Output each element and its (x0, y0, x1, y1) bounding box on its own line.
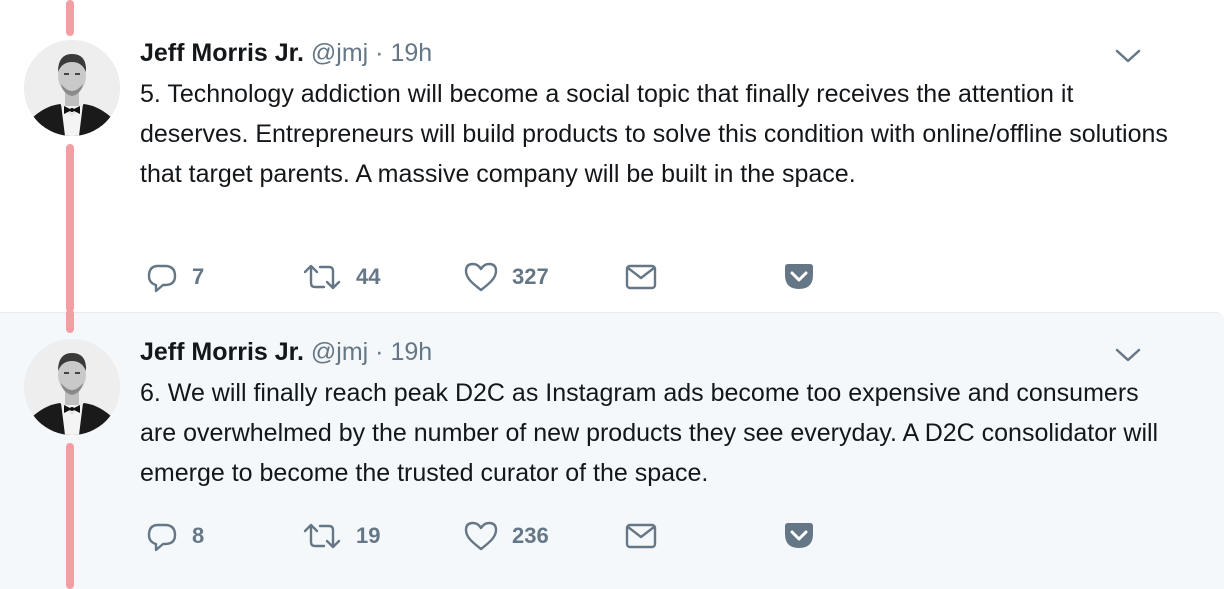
like-count: 236 (512, 523, 549, 548)
retweet-count: 44 (356, 264, 381, 289)
reply-icon (147, 264, 177, 293)
timestamp[interactable]: 19h (390, 338, 432, 366)
reply-count: 8 (192, 523, 205, 548)
tweet-text: 5. Technology addiction will become a so… (140, 80, 1168, 188)
retweet-icon (303, 523, 341, 549)
tweet-actions: 7 44 327 (140, 257, 840, 297)
tweet-1[interactable]: Jeff Morris Jr. @jmj · 19h 5. Technology… (0, 0, 1224, 312)
direct-message-button[interactable] (624, 516, 658, 556)
reply-button[interactable]: 8 (146, 516, 204, 556)
like-count: 327 (512, 264, 549, 289)
like-icon (464, 521, 498, 551)
tweet-header: Jeff Morris Jr. @jmj · 19h (140, 38, 432, 68)
tweet-2[interactable]: Jeff Morris Jr. @jmj · 19h 6. We will fi… (0, 309, 1224, 589)
pocket-button[interactable] (782, 516, 816, 556)
timestamp[interactable]: 19h (390, 39, 432, 67)
author-handle[interactable]: @jmj (311, 338, 368, 366)
tweet-actions: 8 19 236 (140, 516, 840, 556)
reply-icon (147, 523, 177, 552)
message-icon (625, 523, 657, 549)
like-icon (464, 262, 498, 292)
tweet-header: Jeff Morris Jr. @jmj · 19h (140, 337, 432, 367)
author-name[interactable]: Jeff Morris Jr. (140, 39, 304, 67)
avatar[interactable] (24, 339, 120, 435)
pocket-button[interactable] (782, 257, 816, 297)
thread-line-top (66, 0, 74, 36)
tweet-text: 6. We will finally reach peak D2C as Ins… (140, 379, 1159, 487)
message-icon (625, 264, 657, 290)
retweet-icon (303, 264, 341, 290)
chevron-down-icon (1115, 348, 1141, 362)
more-menu-button[interactable] (1114, 345, 1142, 365)
like-button[interactable]: 236 (464, 516, 549, 556)
reply-button[interactable]: 7 (146, 257, 204, 297)
thread-line-connector (66, 309, 74, 333)
chevron-down-icon (1115, 49, 1141, 63)
retweet-button[interactable]: 44 (302, 257, 380, 297)
thread-line-bottom (66, 443, 74, 589)
pocket-icon (785, 523, 813, 548)
separator: · (375, 39, 384, 67)
thread-line-middle (66, 144, 74, 312)
direct-message-button[interactable] (624, 257, 658, 297)
reply-count: 7 (192, 264, 205, 289)
retweet-count: 19 (356, 523, 381, 548)
avatar[interactable] (24, 40, 120, 136)
author-handle[interactable]: @jmj (311, 39, 368, 67)
separator: · (375, 338, 384, 366)
like-button[interactable]: 327 (464, 257, 549, 297)
pocket-icon (785, 264, 813, 289)
retweet-button[interactable]: 19 (302, 516, 380, 556)
more-menu-button[interactable] (1114, 46, 1142, 66)
author-name[interactable]: Jeff Morris Jr. (140, 338, 304, 366)
